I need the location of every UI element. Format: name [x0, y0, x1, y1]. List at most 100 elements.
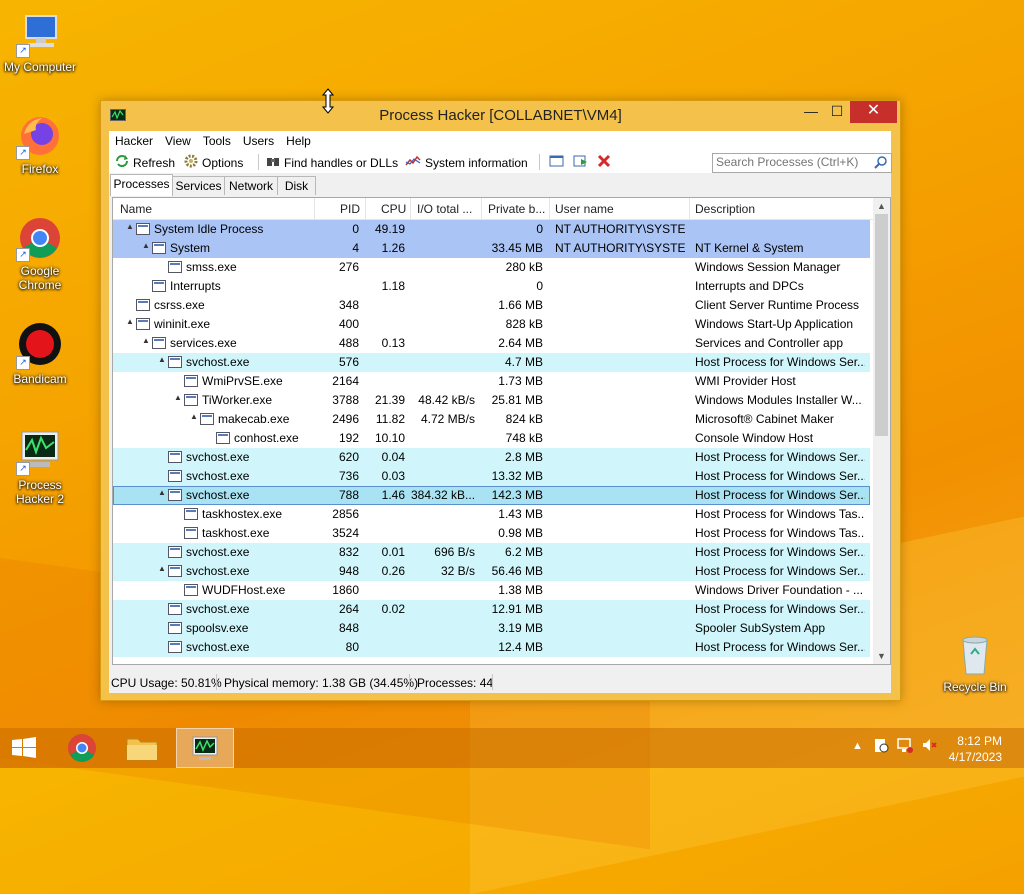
- process-row[interactable]: svchost.exe 736 0.03 13.32 MB Host Process f…: [113, 467, 870, 486]
- column-description[interactable]: Description: [695, 202, 755, 216]
- process-name: System: [170, 241, 211, 255]
- process-cpu: 0.01: [381, 545, 405, 559]
- process-row[interactable]: conhost.exe 192 10.10 748 kB Console Window …: [113, 429, 870, 448]
- network-icon[interactable]: [896, 736, 914, 757]
- desktop-icon-chrome[interactable]: ↗ Google Chrome: [0, 214, 80, 292]
- status-divider: [492, 674, 493, 690]
- menu-view[interactable]: View: [159, 131, 197, 148]
- process-pid: 832: [338, 545, 359, 559]
- terminate-button[interactable]: [597, 154, 611, 171]
- process-row[interactable]: ▲ TiWorker.exe 3788 21.39 48.42 kB/s 25.81 MB…: [113, 391, 870, 410]
- refresh-label: Refresh: [133, 155, 176, 170]
- process-desc: NT Kernel & System: [695, 241, 804, 255]
- process-row[interactable]: taskhost.exe 3524 0.98 MB Host Process for …: [113, 524, 870, 543]
- vertical-scrollbar[interactable]: ▲ ▼: [873, 198, 890, 664]
- menu-users[interactable]: Users: [237, 131, 280, 148]
- search-box[interactable]: [712, 153, 892, 173]
- scroll-up-icon[interactable]: ▲: [873, 198, 890, 214]
- process-list[interactable]: Name PID CPU I/O total ... Private b... …: [112, 197, 891, 665]
- process-row[interactable]: svchost.exe 620 0.04 2.8 MB Host Process for…: [113, 448, 870, 467]
- process-row[interactable]: taskhostex.exe 2856 1.43 MB Host Process fo…: [113, 505, 870, 524]
- process-hacker-icon: ↗: [16, 428, 64, 476]
- menu-hacker[interactable]: Hacker: [109, 131, 159, 148]
- find-handles-button[interactable]: Find handles or DLLs: [266, 154, 398, 171]
- volume-muted-icon[interactable]: [920, 736, 938, 757]
- process-row[interactable]: svchost.exe 264 0.02 12.91 MB Host Process f…: [113, 600, 870, 619]
- process-row[interactable]: ▲ services.exe 488 0.13 2.64 MB Services and …: [113, 334, 870, 353]
- process-row[interactable]: svchost.exe 80 12.4 MB Host Process for Win…: [113, 638, 870, 657]
- taskbar-chrome[interactable]: [58, 728, 106, 768]
- expand-toggle-icon[interactable]: ▲: [158, 355, 166, 364]
- menu-help[interactable]: Help: [280, 131, 317, 148]
- minimize-button[interactable]: —: [797, 101, 825, 123]
- process-io: 4.72 MB/s: [420, 412, 475, 426]
- process-row[interactable]: spoolsv.exe 848 3.19 MB Spooler SubSystem A…: [113, 619, 870, 638]
- title-bar[interactable]: Process Hacker [COLLABNET\VM4] — ☐ ✕: [101, 101, 900, 131]
- expand-toggle-icon[interactable]: ▲: [174, 393, 182, 402]
- process-row[interactable]: ▲ svchost.exe 788 1.46 384.32 kB... 142.3 MB H…: [113, 486, 870, 505]
- expand-toggle-icon[interactable]: ▲: [142, 241, 150, 250]
- search-icon[interactable]: [874, 155, 888, 172]
- window-go-button[interactable]: [573, 154, 588, 171]
- search-input[interactable]: [713, 154, 866, 170]
- column-cpu[interactable]: CPU: [381, 202, 406, 216]
- desktop-icon-firefox[interactable]: ↗ Firefox: [0, 112, 80, 176]
- column-private-bytes[interactable]: Private b...: [488, 202, 545, 216]
- process-hacker-window[interactable]: Process Hacker [COLLABNET\VM4] — ☐ ✕ Hac…: [100, 100, 901, 701]
- window-button[interactable]: [549, 154, 564, 171]
- process-cpu: 0.13: [381, 336, 405, 350]
- process-priv: 13.32 MB: [491, 469, 543, 483]
- expand-toggle-icon[interactable]: ▲: [142, 336, 150, 345]
- process-row[interactable]: ▲ svchost.exe 948 0.26 32 B/s 56.46 MB Host Pr…: [113, 562, 870, 581]
- process-row[interactable]: Interrupts 1.18 0 Interrupts and DPCs: [113, 277, 870, 296]
- process-row[interactable]: ▲ svchost.exe 576 4.7 MB Host Process for Wi…: [113, 353, 870, 372]
- system-information-button[interactable]: System information: [405, 154, 528, 171]
- tab-network[interactable]: Network: [224, 176, 278, 195]
- expand-toggle-icon[interactable]: ▲: [190, 412, 198, 421]
- tab-disk[interactable]: Disk: [277, 176, 316, 195]
- action-center-icon[interactable]: [872, 736, 890, 757]
- scrollbar-thumb[interactable]: [875, 214, 888, 436]
- close-button[interactable]: ✕: [850, 101, 897, 123]
- process-row[interactable]: WmiPrvSE.exe 2164 1.73 MB WMI Provider Host: [113, 372, 870, 391]
- process-pid: 620: [338, 450, 359, 464]
- maximize-button[interactable]: ☐: [823, 101, 851, 123]
- column-pid[interactable]: PID: [340, 202, 360, 216]
- process-row[interactable]: svchost.exe 832 0.01 696 B/s 6.2 MB Host Proc…: [113, 543, 870, 562]
- status-bar: CPU Usage: 50.81% Physical memory: 1.38 …: [109, 671, 891, 693]
- column-user-name[interactable]: User name: [555, 202, 614, 216]
- desktop-icon-process-hacker[interactable]: ↗ Process Hacker 2: [0, 428, 80, 506]
- process-desc: Console Window Host: [695, 431, 814, 445]
- tab-services[interactable]: Services: [172, 176, 225, 195]
- column-name[interactable]: Name: [120, 202, 152, 216]
- expand-toggle-icon[interactable]: ▲: [158, 488, 166, 497]
- process-row[interactable]: ▲ wininit.exe 400 828 kB Windows Start-Up Ap…: [113, 315, 870, 334]
- taskbar-file-explorer[interactable]: [118, 728, 166, 768]
- desktop-icon-label: Firefox: [21, 162, 59, 176]
- expand-toggle-icon[interactable]: ▲: [126, 222, 134, 231]
- desktop-icon-my-computer[interactable]: ↗ My Computer: [0, 10, 80, 74]
- process-row[interactable]: ▲ makecab.exe 2496 11.82 4.72 MB/s 824 kB Micr…: [113, 410, 870, 429]
- process-row[interactable]: csrss.exe 348 1.66 MB Client Server Runtime…: [113, 296, 870, 315]
- refresh-button[interactable]: Refresh: [115, 154, 175, 171]
- desktop-icon-recycle-bin[interactable]: Recycle Bin: [935, 630, 1015, 694]
- process-name: svchost.exe: [186, 450, 250, 464]
- process-row[interactable]: ▲ System Idle Process 0 49.19 0 NT AUTHORITY\…: [113, 220, 870, 239]
- process-row[interactable]: WUDFHost.exe 1860 1.38 MB Windows Driver Fo…: [113, 581, 870, 600]
- expand-toggle-icon[interactable]: ▲: [158, 564, 166, 573]
- options-button[interactable]: Options: [184, 154, 243, 171]
- show-hidden-icons-icon[interactable]: ▲: [852, 740, 863, 752]
- tab-processes[interactable]: Processes: [110, 174, 173, 196]
- menu-tools[interactable]: Tools: [197, 131, 237, 148]
- taskbar-process-hacker[interactable]: [176, 728, 234, 768]
- process-row[interactable]: ▲ System 4 1.26 33.45 MB NT AUTHORITY\SYSTEM N…: [113, 239, 870, 258]
- process-priv: 4.7 MB: [504, 355, 543, 369]
- column-io-total[interactable]: I/O total ...: [417, 202, 472, 216]
- start-button[interactable]: [0, 728, 48, 768]
- scroll-down-icon[interactable]: ▼: [873, 648, 890, 664]
- expand-toggle-icon[interactable]: ▲: [126, 317, 134, 326]
- process-row[interactable]: smss.exe 276 280 kB Windows Session Manager: [113, 258, 870, 277]
- system-clock[interactable]: 8:12 PM 4/17/2023: [949, 733, 1002, 765]
- desktop-icon-bandicam[interactable]: ↗ Bandicam: [0, 322, 80, 386]
- process-pid: 0: [352, 222, 359, 236]
